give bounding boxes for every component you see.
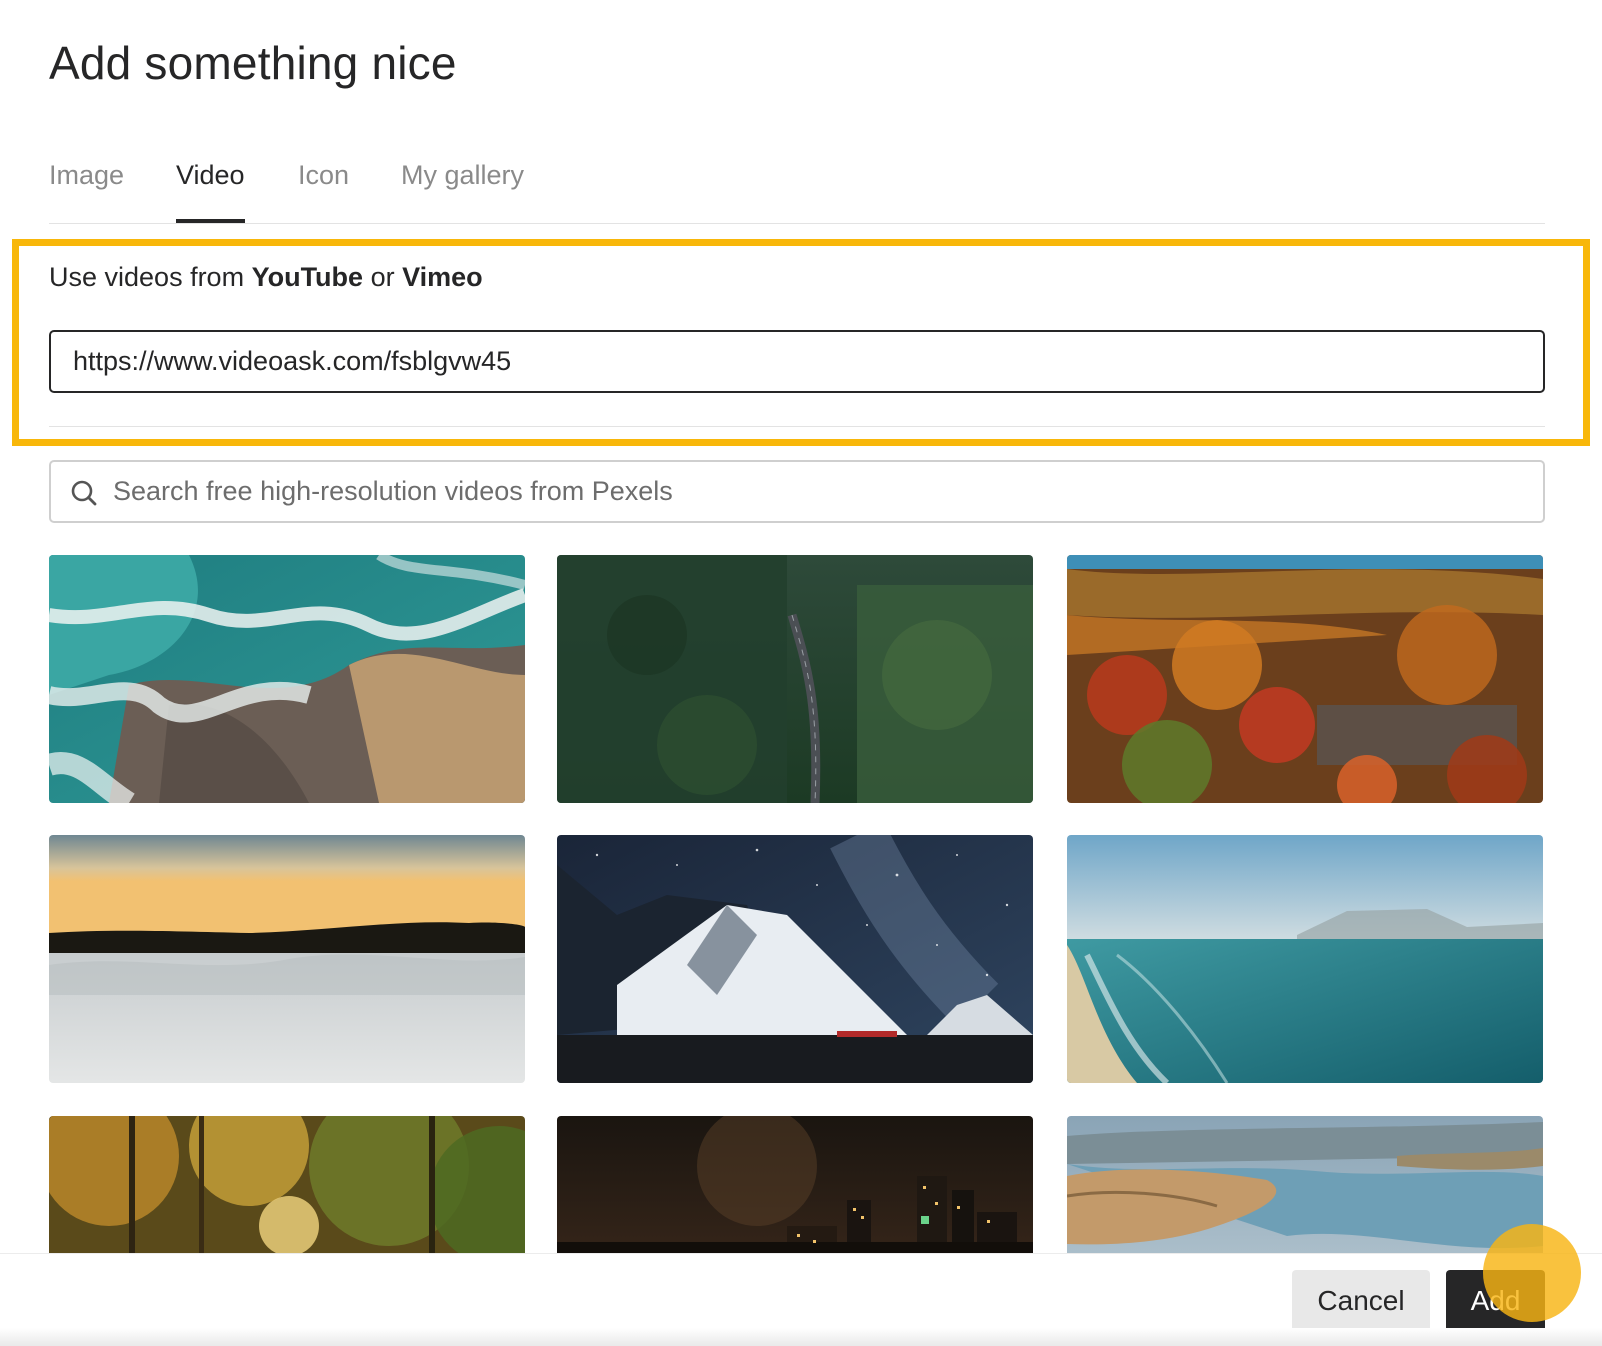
video-thumbnail-river-canyon-aerial[interactable] (1067, 1116, 1543, 1253)
tab-icon[interactable]: Icon (298, 160, 349, 223)
tab-my-gallery[interactable]: My gallery (401, 160, 524, 223)
tab-bar: Image Video Icon My gallery (49, 160, 1545, 224)
video-thumbnail-grid (49, 555, 1545, 1253)
add-button[interactable]: Add (1446, 1270, 1545, 1332)
video-thumbnail-sunset-above-clouds[interactable] (49, 835, 525, 1083)
video-thumbnail-ocean-rocks-aerial[interactable] (49, 555, 525, 803)
dialog-footer: Cancel Add (0, 1253, 1602, 1346)
search-icon (71, 480, 97, 506)
video-source-prefix: Use videos from (49, 262, 252, 292)
youtube-label: YouTube (251, 262, 364, 292)
video-thumbnail-city-skyline-night[interactable] (557, 1116, 1033, 1253)
video-thumbnail-forest-road-aerial[interactable] (557, 555, 1033, 803)
video-thumbnail-autumn-forest-path[interactable] (49, 1116, 525, 1253)
search-input[interactable] (113, 462, 1513, 521)
vimeo-label: Vimeo (402, 262, 483, 292)
video-thumbnail-autumn-cliffs-aerial[interactable] (1067, 555, 1543, 803)
footer-shadow (0, 1328, 1602, 1346)
tab-video[interactable]: Video (176, 160, 245, 223)
video-thumbnail-coastline-beach[interactable] (1067, 835, 1543, 1083)
divider (49, 426, 1545, 427)
video-source-label: Use videos from YouTube or Vimeo (49, 262, 483, 293)
tab-image[interactable]: Image (49, 160, 124, 223)
cancel-button[interactable]: Cancel (1292, 1270, 1430, 1332)
dialog-title: Add something nice (49, 37, 457, 89)
pexels-search-box[interactable] (49, 460, 1545, 523)
video-thumbnail-starry-mountain-night[interactable] (557, 835, 1033, 1083)
video-url-input[interactable] (49, 330, 1545, 393)
video-source-conjunction: or (363, 262, 403, 292)
